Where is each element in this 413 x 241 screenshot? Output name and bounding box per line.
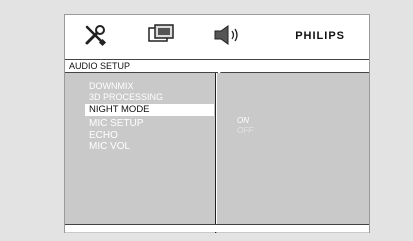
option-off[interactable]: OFF	[237, 126, 253, 135]
page-title: AUDIO SETUP	[69, 61, 131, 71]
menu-item-mic-vol[interactable]: MIC VOL	[89, 141, 130, 152]
bottom-strip	[65, 224, 369, 232]
speaker-icon[interactable]	[213, 25, 243, 45]
options-panel	[217, 73, 369, 233]
menu-panel: DOWNMIX 3D PROCESSING NIGHT MODE MIC SET…	[65, 73, 216, 233]
menu-item-3d-processing[interactable]: 3D PROCESSING	[89, 92, 163, 103]
tools-icon[interactable]	[83, 23, 109, 47]
brand-logo: PHILIPS	[295, 30, 345, 42]
icon-bar: PHILIPS	[65, 15, 369, 57]
menu-item-echo[interactable]: ECHO	[89, 130, 118, 141]
menu-item-mic-setup[interactable]: MIC SETUP	[89, 118, 143, 129]
setup-screen: PHILIPS AUDIO SETUP DOWNMIX 3D PROCESSIN…	[64, 14, 370, 233]
title-bar: AUDIO SETUP	[65, 59, 369, 73]
menu-item-downmix[interactable]: DOWNMIX	[89, 81, 134, 92]
menu-item-night-mode[interactable]: NIGHT MODE	[85, 104, 214, 116]
display-icon[interactable]	[147, 23, 175, 45]
option-on[interactable]: ON	[237, 116, 249, 125]
